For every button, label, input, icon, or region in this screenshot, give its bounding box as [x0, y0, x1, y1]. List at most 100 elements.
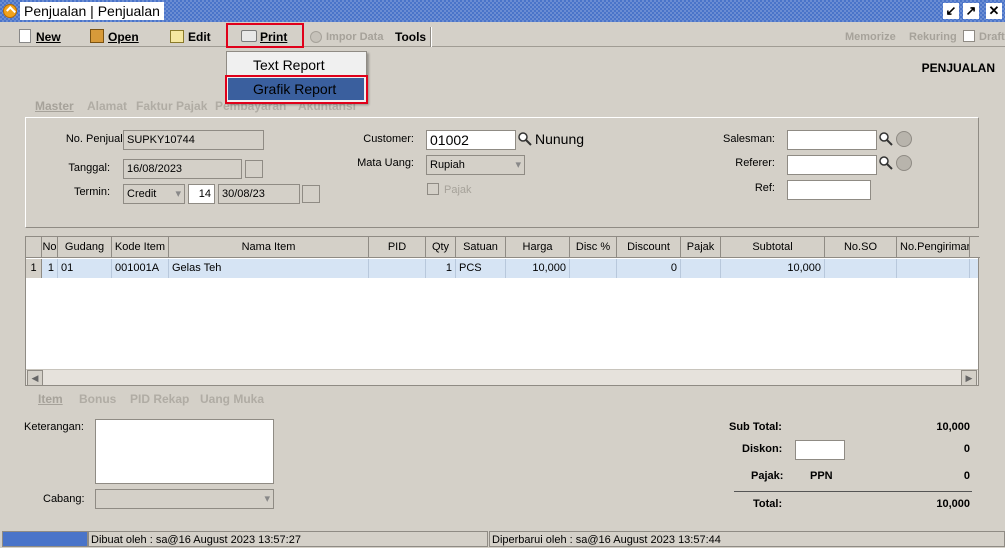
text-report-label: Text Report — [253, 57, 325, 73]
salesman-field[interactable] — [787, 130, 877, 150]
row-number: 1 — [26, 259, 42, 278]
cell-kode-item[interactable]: 001001A — [112, 259, 169, 278]
horizontal-scrollbar[interactable] — [26, 369, 978, 385]
diskon-field[interactable] — [795, 440, 845, 460]
calendar-icon[interactable] — [302, 185, 320, 203]
toolbar-separator — [430, 27, 432, 47]
sub-total-value: 10,000 — [936, 421, 970, 433]
termin-days-field[interactable]: 14 — [188, 184, 215, 204]
customer-field[interactable]: 01002 — [426, 130, 516, 150]
tab-uang-muka[interactable]: Uang Muka — [195, 390, 269, 409]
section-title: PENJUALAN — [921, 61, 995, 75]
cabang-select[interactable]: ▾ — [95, 489, 274, 509]
cell-no[interactable]: 1 — [42, 259, 58, 278]
grid-header-pajak[interactable]: Pajak — [681, 237, 721, 258]
keterangan-textarea[interactable] — [95, 419, 274, 484]
sub-total-label: Sub Total: — [729, 421, 782, 433]
cell-discount[interactable]: 0 — [617, 259, 681, 278]
print-highlight-box — [226, 23, 304, 48]
grid-header-no-pengiriman[interactable]: No.Pengiriman — [897, 237, 970, 258]
tab-item[interactable]: Item — [33, 390, 68, 409]
open-button[interactable]: Open — [108, 28, 139, 46]
termin-select[interactable]: Credit ▾ — [123, 184, 185, 204]
total-value: 10,000 — [936, 498, 970, 510]
restore-icon[interactable]: ↗ — [963, 3, 979, 19]
cell-pajak[interactable] — [681, 259, 721, 278]
grid-header-qty[interactable]: Qty — [426, 237, 456, 258]
chevron-down-icon: ▾ — [175, 188, 181, 200]
tab-alamat[interactable]: Alamat — [82, 97, 132, 116]
tanggal-label: Tanggal: — [68, 162, 110, 174]
tab-master[interactable]: Master — [30, 97, 79, 116]
cell-subtotal[interactable]: 10,000 — [721, 259, 825, 278]
keterangan-label: Keterangan: — [24, 421, 84, 433]
scroll-left-icon[interactable]: ◀ — [27, 370, 43, 386]
grid-header-satuan[interactable]: Satuan — [456, 237, 506, 258]
search-icon[interactable] — [517, 131, 533, 147]
search-icon[interactable] — [878, 155, 894, 171]
cell-nama-item[interactable]: Gelas Teh — [169, 259, 369, 278]
grid-header-nama-item[interactable]: Nama Item — [169, 237, 369, 258]
cell-gudang[interactable]: 01 — [58, 259, 112, 278]
ref-label: Ref: — [754, 182, 775, 194]
pajak-checkbox[interactable] — [427, 183, 439, 195]
open-icon — [90, 29, 104, 43]
memorize-button[interactable]: Memorize — [845, 28, 896, 46]
no-penjualan-label: No. Penjualan: — [65, 133, 138, 145]
cell-disc[interactable] — [570, 259, 617, 278]
mata-uang-label: Mata Uang: — [357, 157, 414, 169]
clear-icon[interactable] — [896, 131, 912, 147]
grid-header-kode-item[interactable]: Kode Item — [112, 237, 169, 258]
clear-icon[interactable] — [896, 155, 912, 171]
no-penjualan-field[interactable]: SUPKY10744 — [123, 130, 264, 150]
grid-header-disc[interactable]: Disc % — [570, 237, 617, 258]
cell-qty[interactable]: 1 — [426, 259, 456, 278]
ref-field[interactable] — [787, 180, 871, 200]
grid-header-gudang[interactable]: Gudang — [58, 237, 112, 258]
termin-date-field[interactable]: 30/08/23 — [218, 184, 300, 204]
status-updated: Diperbarui oleh : sa@16 August 2023 13:5… — [489, 531, 1005, 547]
grid-header-no-so[interactable]: No.SO — [825, 237, 897, 258]
tab-faktur-pajak[interactable]: Faktur Pajak — [131, 97, 212, 116]
new-button[interactable]: New — [36, 28, 61, 46]
edit-button[interactable]: Edit — [188, 28, 211, 46]
grid-header-pid[interactable]: PID — [369, 237, 426, 258]
draft-label: Draft — [979, 31, 1005, 43]
tools-button[interactable]: Tools — [395, 28, 426, 46]
draft-checkbox[interactable] — [963, 30, 975, 42]
pajak-value: 0 — [963, 470, 970, 482]
chevron-down-icon: ▾ — [515, 159, 521, 171]
close-icon[interactable]: ✕ — [986, 3, 1002, 19]
search-icon[interactable] — [878, 131, 894, 147]
diskon-value: 0 — [963, 443, 970, 455]
cell-no-pengiriman[interactable] — [897, 259, 970, 278]
menu-item-text-report[interactable]: Text Report — [253, 54, 325, 76]
cell-satuan[interactable]: PCS — [456, 259, 506, 278]
chevron-down-icon: ▾ — [264, 493, 270, 505]
grid-header-harga[interactable]: Harga — [506, 237, 570, 258]
cell-no-so[interactable] — [825, 259, 897, 278]
scroll-right-icon[interactable]: ▶ — [961, 370, 977, 386]
calendar-icon[interactable] — [245, 160, 263, 178]
tanggal-field[interactable]: 16/08/2023 — [123, 159, 242, 179]
minimize-icon[interactable]: ↙ — [943, 3, 959, 19]
cell-pid[interactable] — [369, 259, 426, 278]
tab-pid-rekap[interactable]: PID Rekap — [125, 390, 194, 409]
grid-header-discount[interactable]: Discount — [617, 237, 681, 258]
mata-uang-select[interactable]: Rupiah ▾ — [426, 155, 525, 175]
total-divider — [734, 491, 972, 492]
customer-label: Customer: — [363, 133, 414, 145]
mata-uang-value: Rupiah — [430, 159, 465, 171]
edit-label: Edit — [188, 30, 211, 44]
tab-bonus[interactable]: Bonus — [74, 390, 121, 409]
import-button[interactable]: Impor Data — [326, 28, 383, 46]
referer-field[interactable] — [787, 155, 877, 175]
import-icon — [310, 31, 322, 43]
referer-label: Referer: — [735, 157, 775, 169]
grid-header-no[interactable]: No — [42, 237, 58, 258]
cell-harga[interactable]: 10,000 — [506, 259, 570, 278]
grid-header-subtotal[interactable]: Subtotal — [721, 237, 825, 258]
recurring-button[interactable]: Rekuring — [909, 28, 957, 46]
cell-filler — [970, 259, 978, 278]
customer-name: Nunung — [535, 131, 585, 147]
